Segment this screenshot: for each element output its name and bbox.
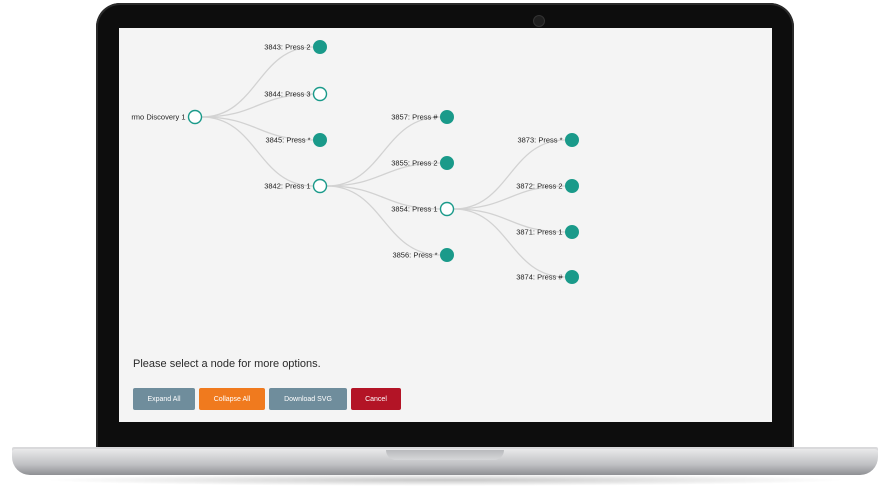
tree-node-circle[interactable] <box>439 201 455 217</box>
tree-node-n3844[interactable]: 3844: Press 3 <box>264 86 328 102</box>
tree-node-label: 3842: Press 1 <box>264 182 310 191</box>
tree-node-circle[interactable] <box>312 178 328 194</box>
screen-bezel <box>119 422 772 438</box>
tree-node-label: rmo Discovery 1 <box>131 113 185 122</box>
tree-link <box>326 116 441 187</box>
tree-node-circle[interactable] <box>440 248 454 262</box>
expand-all-button[interactable]: Expand All <box>133 388 195 410</box>
tree-node-label: 3844: Press 3 <box>264 90 310 99</box>
tree-node-circle[interactable] <box>565 133 579 147</box>
tree-node-n3845[interactable]: 3845: Press * <box>265 133 327 147</box>
tree-node-n3843[interactable]: 3843: Press 2 <box>264 40 327 54</box>
tree-node-n3855[interactable]: 3855: Press 2 <box>391 156 454 170</box>
tree-node-n3872[interactable]: 3872: Press 2 <box>516 179 579 193</box>
tree-node-circle[interactable] <box>565 225 579 239</box>
tree-node-label: 3872: Press 2 <box>516 182 562 191</box>
tree-node-label: 3856: Press * <box>392 251 437 260</box>
app-screen: rmo Discovery 1 3843: Press 2 3844: Press … <box>119 28 772 422</box>
tree-node-n3856[interactable]: 3856: Press * <box>392 248 454 262</box>
tree-node-label: 3874: Press # <box>516 273 563 282</box>
download-svg-button[interactable]: Download SVG <box>269 388 347 410</box>
webcam-icon <box>533 15 545 27</box>
tree-link <box>453 208 566 278</box>
tree-node-n3857[interactable]: 3857: Press # <box>391 110 454 124</box>
tree-node-circle[interactable] <box>187 109 203 125</box>
tree-node-label: 3857: Press # <box>391 113 438 122</box>
tree-node-circle[interactable] <box>565 179 579 193</box>
tree-node-label: 3855: Press 2 <box>391 159 437 168</box>
tree-node-root[interactable]: rmo Discovery 1 <box>131 109 203 125</box>
tree-link <box>201 46 314 118</box>
tree-node-circle[interactable] <box>312 86 328 102</box>
tree-link <box>201 116 314 187</box>
tree-node-circle[interactable] <box>565 270 579 284</box>
status-message: Please select a node for more options. <box>133 358 321 370</box>
tree-node-label: 3871: Press 1 <box>516 228 562 237</box>
laptop-notch <box>386 450 504 460</box>
tree-node-circle[interactable] <box>313 40 327 54</box>
tree-node-circle[interactable] <box>313 133 327 147</box>
tree-node-n3873[interactable]: 3873: Press * <box>517 133 579 147</box>
tree-node-label: 3854: Press 1 <box>391 205 437 214</box>
collapse-all-button[interactable]: Collapse All <box>199 388 265 410</box>
tree-link <box>453 139 566 210</box>
laptop-shadow <box>40 474 850 486</box>
tree-node-label: 3845: Press * <box>265 136 310 145</box>
tree-node-n3854[interactable]: 3854: Press 1 <box>391 201 455 217</box>
tree-node-label: 3843: Press 2 <box>264 43 310 52</box>
tree-node-circle[interactable] <box>440 110 454 124</box>
tree-node-circle[interactable] <box>440 156 454 170</box>
call-flow-tree: rmo Discovery 1 3843: Press 2 3844: Press … <box>131 40 579 284</box>
tree-node-n3842[interactable]: 3842: Press 1 <box>264 178 328 194</box>
action-buttons: Expand All Collapse All Download SVG Can… <box>133 388 401 410</box>
cancel-button[interactable]: Cancel <box>351 388 401 410</box>
tree-node-label: 3873: Press * <box>517 136 562 145</box>
tree-link <box>326 185 441 256</box>
tree-node-n3871[interactable]: 3871: Press 1 <box>516 225 579 239</box>
tree-node-n3874[interactable]: 3874: Press # <box>516 270 579 284</box>
